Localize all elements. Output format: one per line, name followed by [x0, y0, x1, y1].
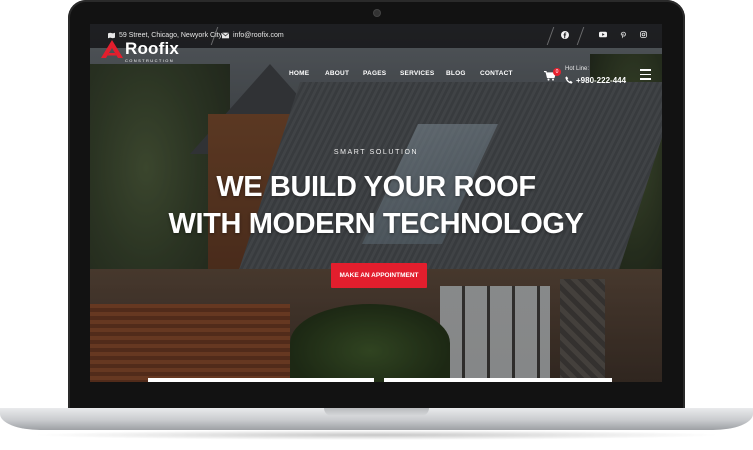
make-appointment-button[interactable]: MAKE AN APPOINTMENT [331, 263, 427, 288]
email-info[interactable]: info@roofix.com [222, 32, 284, 39]
topbar-divider [546, 27, 555, 45]
hotline-label: Hot Line: [565, 66, 590, 72]
pinterest-icon[interactable] [618, 31, 628, 41]
nav-item-blog[interactable]: BLOG [446, 70, 466, 77]
address-info: 59 Street, Chicago, Newyork City [108, 32, 222, 39]
brand-name: Roofix [125, 39, 180, 58]
facebook-icon[interactable] [560, 31, 570, 41]
youtube-icon[interactable] [598, 31, 608, 41]
map-icon [108, 32, 115, 39]
nav-item-home[interactable]: HOME [289, 70, 309, 77]
hamburger-menu-icon[interactable] [640, 69, 651, 80]
laptop-shadow [30, 430, 723, 440]
brand-tagline: CONSTRUCTION [125, 58, 175, 63]
nav-item-pages[interactable]: PAGES [363, 70, 386, 77]
instagram-icon[interactable] [638, 31, 648, 41]
hero-title-line1: WE BUILD YOUR ROOF [216, 171, 536, 203]
laptop-base-notch [324, 408, 429, 416]
email-text[interactable]: info@roofix.com [233, 32, 284, 39]
hero-subtitle: SMART SOLUTION [333, 149, 419, 156]
address-text: 59 Street, Chicago, Newyork City [119, 32, 223, 39]
phone-icon [565, 76, 573, 84]
webcam-icon [374, 10, 380, 16]
hotline-number[interactable]: +980-222-444 [576, 76, 626, 85]
browser-screen: 59 Street, Chicago, Newyork City info@ro… [90, 24, 662, 382]
nav-item-contact[interactable]: CONTACT [480, 70, 513, 77]
envelope-icon [222, 32, 229, 39]
cart-count-badge: 0 [553, 68, 561, 76]
hero-title-line2: WITH MODERN TECHNOLOGY [168, 208, 584, 240]
nav-item-about[interactable]: ABOUT [325, 70, 349, 77]
feature-card-edge [148, 378, 374, 382]
topbar-divider [576, 27, 585, 45]
feature-card-edge [384, 378, 612, 382]
nav-item-services[interactable]: SERVICES [400, 70, 434, 77]
site-logo[interactable]: Roofix CONSTRUCTION [101, 40, 179, 63]
roofix-logo-icon [101, 40, 123, 58]
